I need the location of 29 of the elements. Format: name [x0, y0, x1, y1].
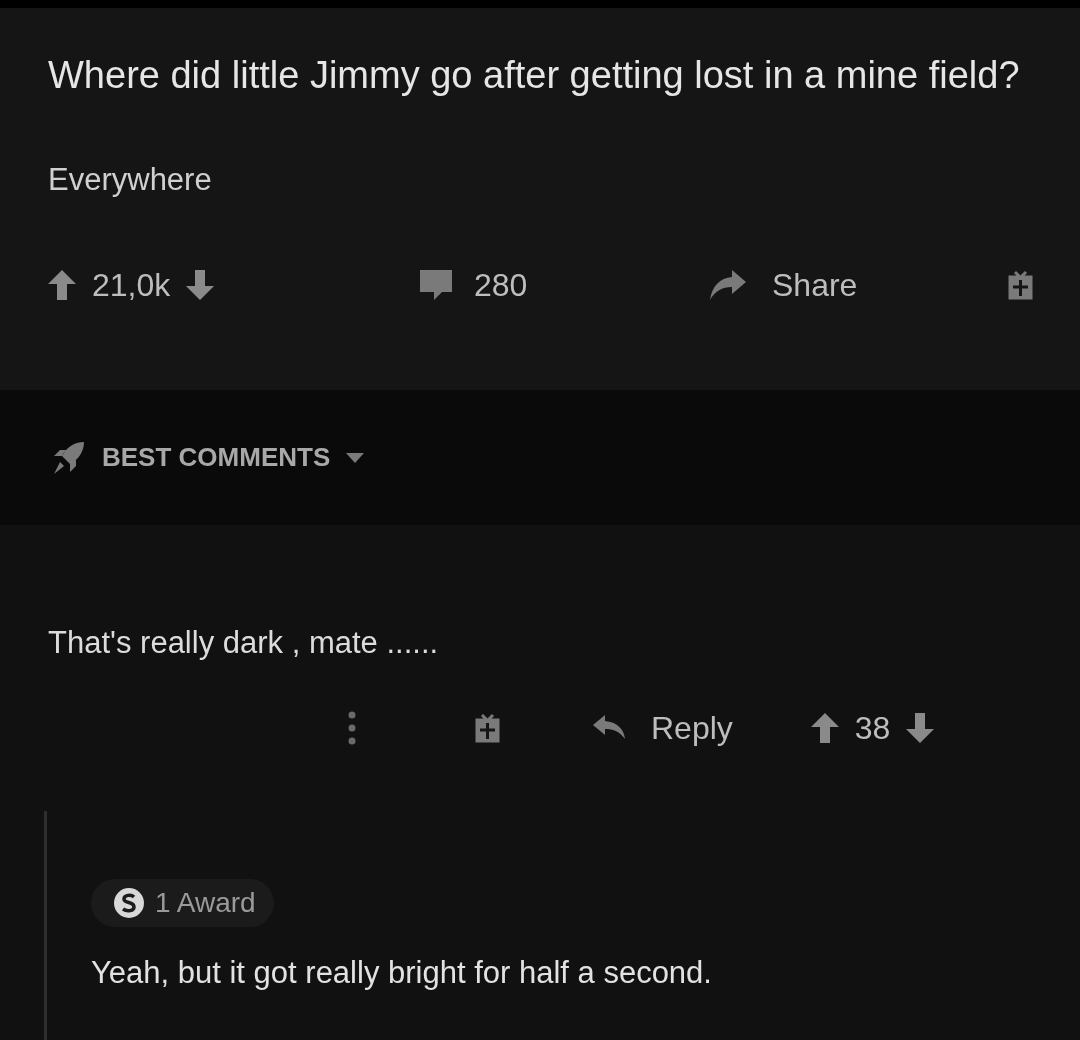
share-button[interactable]: Share [708, 266, 858, 304]
post-title: Where did little Jimmy go after getting lost in a mine field? [48, 53, 1021, 98]
reply-text: Yeah, but it got really bright for half a second. [91, 955, 713, 991]
reply-arrow-icon [593, 715, 627, 741]
award-coin-icon [113, 887, 145, 919]
upvote-button[interactable] [810, 713, 839, 743]
gift-icon [474, 713, 501, 743]
comments-button[interactable]: 280 [418, 266, 708, 304]
vote-count: 21,0k [92, 266, 171, 304]
downvote-button[interactable] [906, 713, 935, 743]
award-button[interactable] [1007, 270, 1034, 300]
vote-count: 38 [854, 709, 891, 747]
upvote-icon [48, 270, 76, 300]
comment-text: That's really dark , mate ...... [48, 625, 440, 661]
post-body: Everywhere [48, 162, 213, 198]
upvote-button[interactable] [48, 270, 76, 300]
reply-button[interactable]: Reply [593, 709, 733, 747]
downvote-icon [186, 270, 215, 300]
caret-icon [346, 452, 365, 463]
award-button[interactable] [474, 713, 501, 743]
upvote-icon [810, 713, 839, 743]
award-label: 1 Award [155, 887, 256, 919]
comment-icon [418, 268, 454, 302]
sort-dropdown[interactable]: BEST COMMENTS [50, 439, 365, 476]
share-arrow-icon [708, 268, 748, 302]
downvote-button[interactable] [186, 270, 215, 300]
gift-icon [1007, 270, 1034, 300]
downvote-icon [906, 713, 935, 743]
more-options-icon[interactable] [348, 711, 356, 745]
